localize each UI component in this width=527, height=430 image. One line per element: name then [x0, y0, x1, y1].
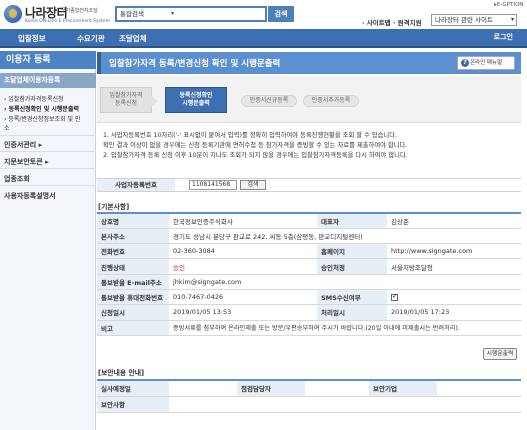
table-row: 진행상태 승인 승인처정 서울지방조달청	[97, 258, 521, 275]
sidebar-sub-bid-registration[interactable]: › 입찰참가자격등록신청	[4, 94, 64, 103]
company-name: 한국정보인증주식회사	[169, 213, 317, 229]
nav-bid-info[interactable]: 입찰정보	[18, 33, 46, 44]
cell-label: 처리일시	[317, 304, 387, 321]
head-office-address: 경기도 성남시 분당구 판교로 242, 씨동 5층(삼평동, 판교디지털센터)	[169, 228, 521, 245]
logo-english: Korea ON-Line E-Procurement System	[25, 19, 110, 24]
cell-label: 전화번호	[97, 243, 169, 260]
sidebar-sub-confirm-print[interactable]: › 등록신청확인 및 시행문출력	[4, 104, 79, 113]
divider	[0, 151, 96, 152]
related-sites-select[interactable]: 나라장터 관련 사이트	[431, 14, 517, 26]
application-datetime: 2019/01/05 13:53	[169, 304, 317, 321]
remarks: 증빙서류를 첨부하여 온라인제출 또는 방문/우편송부하여 주시기 바랍니다.(…	[169, 320, 521, 336]
cell-label: 점검담당자	[237, 380, 305, 397]
approving-office: 서울지방조달청	[387, 258, 521, 275]
instruction-line: 확인 결과 이상이 없을 경우에는 신청 등록기관에 면허수첩 등 참가자격을 …	[103, 142, 408, 149]
sms-cell	[387, 289, 521, 306]
table-row: 실사예정일 점검담당자 보안기업	[97, 380, 521, 397]
table-row: 통보받을 휴대전화번호 010-7467-0426 SMS수신여부	[97, 289, 521, 306]
step-confirm-print: 등록신청확인 시행문출력	[165, 87, 227, 113]
english-site-link[interactable]: ▸E-GPTION	[494, 2, 523, 8]
business-number-label: 사업자등록번호	[97, 179, 175, 191]
processing-datetime: 2019/01/05 17:23	[387, 304, 521, 321]
table-row: 신청일시 2019/01/05 13:53 처리일시 2019/01/05 17…	[97, 304, 521, 321]
instructions: 1. 사업자등록번호 10자리('-' 표시없이 붙여서 입력)를 정확히 입력…	[103, 131, 518, 161]
cell-label: 진행상태	[97, 258, 169, 275]
security-notes	[169, 396, 521, 413]
top-nav: 입찰정보 수요기관 조달업체 로그인	[0, 29, 527, 48]
cell-label: 대표자	[317, 213, 387, 229]
cell-label: 홈페이지	[317, 243, 387, 260]
cell-label: 비고	[97, 320, 169, 336]
basic-section-title: [기본사항]	[98, 203, 130, 211]
logo-subtitle: 국가종합전자조달	[61, 8, 98, 14]
cell-label: SMS수신여부	[317, 289, 387, 306]
nav-demand-agency[interactable]: 수요기관	[77, 33, 105, 44]
basic-info-table: 상호명 한국정보인증주식회사 대표자 김상준 본사주소 경기도 성남시 분당구 …	[97, 212, 521, 336]
table-row: 상호명 한국정보인증주식회사 대표자 김상준	[97, 213, 521, 229]
status-value: 승인	[169, 258, 317, 275]
cell-label: 실사예정일	[97, 380, 169, 397]
sms-consent-checkbox[interactable]	[391, 292, 398, 301]
sidebar-sub-info-query-cont: 소	[4, 125, 10, 132]
instruction-line: 2. 입찰참가자격 등록 신청 이후 10분이 지나도 조회가 되지 않을 경우…	[103, 152, 408, 159]
sitemap-links[interactable]: · 사이트맵 · 원격지원	[362, 17, 422, 27]
page-title-bar: 입찰참가자격 등록/변경신청 확인 및 시행문출력 온라인 매뉴얼	[97, 52, 521, 74]
cell-label: 본사주소	[97, 228, 169, 245]
table-row: 통보받을 E-mail주소 jhkim@signgate.com	[97, 274, 521, 290]
representative: 김상준	[387, 213, 521, 229]
cell-label: 보안기업	[369, 380, 437, 397]
instruction-line: 1. 사업자등록번호 10자리('-' 표시없이 붙여서 입력)를 정확히 입력…	[103, 132, 397, 139]
divider	[0, 185, 96, 186]
cell-label: 상호명	[97, 213, 169, 229]
business-number-input[interactable]: 1108141568	[189, 180, 237, 190]
sidebar-title: 이용자 등록	[0, 51, 96, 69]
sidebar-item-supplier-registration[interactable]: 조달업체이용자등록	[0, 73, 96, 88]
cell-label: 신청일시	[97, 304, 169, 321]
sidebar-item-industry-lookup[interactable]: 업종조회	[4, 174, 30, 184]
table-row: 비고 증빙서류를 첨부하여 온라인제출 또는 방문/우편송부하여 주시기 바랍니…	[97, 320, 521, 336]
sidebar-item-user-guide[interactable]: 사용자등록설명서	[4, 191, 56, 201]
cell-label: 보안사항	[97, 396, 169, 413]
business-search-button[interactable]: 검색	[240, 180, 266, 190]
security-section-title: [보안내용 안내]	[98, 369, 145, 377]
nav-supplier[interactable]: 조달업체	[119, 33, 147, 44]
sidebar-sub-info-query[interactable]: › 등록/변경신청정보조회 및 인	[4, 114, 80, 123]
step-cert-new: 인증서신규등록	[241, 95, 297, 107]
search-category-select[interactable]: 통합검색	[118, 9, 176, 19]
inspection-date	[169, 380, 237, 397]
table-row: 전화번호 02-360-3084 홈페이지 http://www.signgat…	[97, 243, 521, 260]
login-button[interactable]: 로그인	[494, 32, 513, 42]
table-row: 본사주소 경기도 성남시 분당구 판교로 242, 씨동 5층(삼평동, 판교디…	[97, 228, 521, 245]
step-cert-add: 인증서추가등록	[303, 95, 359, 107]
notify-mobile: 010-7467-0426	[169, 289, 317, 306]
phone-number: 02-360-3084	[169, 243, 317, 260]
sidebar: 이용자 등록 조달업체이용자등록 › 입찰참가자격등록신청 › 등록신청확인 및…	[0, 51, 96, 430]
page-title: 입찰참가자격 등록/변경신청 확인 및 시행문출력	[109, 59, 281, 69]
security-info-table: 실사예정일 점검담당자 보안기업 보안사항	[97, 379, 521, 413]
divider	[0, 135, 96, 136]
notify-email: jhkim@signgate.com	[169, 274, 521, 290]
cell-label: 통보받을 휴대전화번호	[97, 289, 169, 306]
cell-label: 통보받을 E-mail주소	[97, 274, 169, 290]
inspector	[305, 380, 369, 397]
sidebar-item-certificate[interactable]: 인증서관리 ▸	[4, 140, 42, 150]
security-company	[437, 380, 521, 397]
print-notice-button[interactable]: 시행문출력	[483, 348, 517, 360]
site-logo[interactable]: 나라장터 국가종합전자조달 Korea ON-Line E-Procuremen…	[4, 3, 116, 27]
online-manual-button[interactable]: 온라인 매뉴얼	[457, 56, 515, 70]
search-button[interactable]: 검색	[268, 6, 294, 22]
homepage: http://www.signgate.com	[387, 243, 521, 260]
table-row: 보안사항	[97, 396, 521, 413]
divider	[0, 168, 96, 169]
logo-emblem-icon	[4, 5, 22, 23]
sidebar-item-fingerprint-token[interactable]: 지문보안토큰 ▸	[4, 157, 49, 167]
search-box[interactable]: 통합검색	[115, 6, 267, 22]
step-indicator: 입찰참가자격 등록신청 등록신청확인 시행문출력 인증서신규등록 인증서추가등록	[97, 76, 521, 123]
step-registration: 입찰참가자격 등록신청	[100, 87, 158, 113]
business-number-row: 사업자등록번호 1108141568 검색	[97, 178, 521, 192]
cell-label: 승인처정	[317, 258, 387, 275]
